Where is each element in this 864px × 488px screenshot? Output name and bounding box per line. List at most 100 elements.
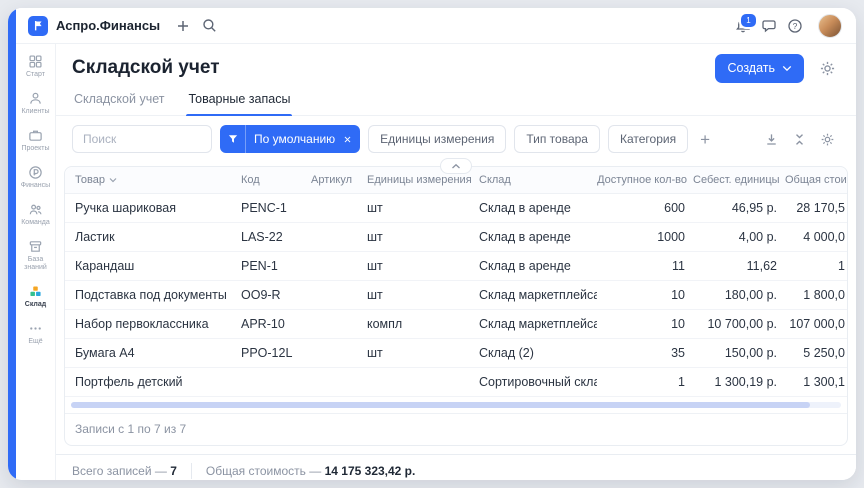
create-button[interactable]: Создать [715, 54, 804, 83]
table-row[interactable]: Ластик LAS-22 шт Склад в аренде 1000 4,0… [65, 222, 847, 251]
column-header-available-qty[interactable]: Доступное кол-во [597, 167, 693, 193]
export-button[interactable] [758, 126, 784, 152]
cell-article [311, 251, 367, 280]
cell-qty: 1000 [597, 222, 693, 251]
table-scroll-area[interactable]: Товар Код Артикул Единицы измерения Скла… [65, 167, 847, 397]
cell-product: Ручка шариковая [65, 193, 241, 222]
table-row[interactable]: Карандаш PEN-1 шт Склад в аренде 11 11,6… [65, 251, 847, 280]
quick-create-button[interactable] [170, 13, 196, 39]
cell-unit-cost: 180,00 р. [693, 280, 785, 309]
sidebar-item-label: Проекты [21, 145, 49, 153]
sidebar-item-label: Старт [26, 71, 45, 79]
sidebar-item-team[interactable]: Команда [17, 202, 55, 227]
help-button[interactable]: ? [782, 13, 808, 39]
cell-unit-cost: 150,00 р. [693, 338, 785, 367]
tab-stock[interactable]: Товарные запасы [186, 92, 292, 115]
records-count: Записи с 1 по 7 из 7 [65, 413, 847, 445]
help-icon: ? [787, 18, 803, 34]
filter-preset-clear-button[interactable] [343, 135, 360, 144]
horizontal-scrollbar[interactable] [71, 402, 841, 408]
cell-total-cost: 4 000,0 [785, 222, 847, 251]
topbar: Аспро.Финансы 1 ? [16, 8, 856, 44]
cell-product: Набор первоклассника [65, 309, 241, 338]
column-header-article[interactable]: Артикул [311, 167, 367, 193]
table-row[interactable]: Подставка под документы OO9-R шт Склад м… [65, 280, 847, 309]
search-input[interactable] [72, 125, 212, 153]
filter-product-type-button[interactable]: Тип товара [514, 125, 600, 153]
cell-unit: шт [367, 222, 479, 251]
cell-article [311, 222, 367, 251]
cell-code [241, 367, 311, 396]
filter-category-button[interactable]: Категория [608, 125, 688, 153]
total-cost-label: Общая стоимость — [206, 464, 321, 478]
chat-icon [761, 18, 777, 34]
messenger-button[interactable] [756, 13, 782, 39]
cell-unit: шт [367, 251, 479, 280]
cell-total-cost: 5 250,0 [785, 338, 847, 367]
cell-qty: 1 [597, 367, 693, 396]
collapse-table-button[interactable] [440, 158, 472, 174]
column-header-product[interactable]: Товар [65, 167, 241, 193]
filter-preset-chip[interactable]: По умолчанию [220, 125, 360, 153]
cell-unit-cost: 46,95 р. [693, 193, 785, 222]
filter-bar: По умолчанию Единицы измерения Тип товар… [56, 116, 856, 161]
filter-units-button[interactable]: Единицы измерения [368, 125, 506, 153]
column-header-code[interactable]: Код [241, 167, 311, 193]
cell-product: Портфель детский [65, 367, 241, 396]
column-header-total-cost[interactable]: Общая стоимость [785, 167, 847, 193]
sort-icon [109, 177, 117, 183]
team-icon [28, 202, 43, 217]
cell-article [311, 280, 367, 309]
cell-unit: компл [367, 309, 479, 338]
sidebar-item-warehouse[interactable]: Склад [17, 284, 55, 309]
table-row[interactable]: Бумага А4 PPO-12L шт Склад (2) 35 150,00… [65, 338, 847, 367]
global-search-button[interactable] [196, 13, 222, 39]
collapse-rows-button[interactable] [786, 126, 812, 152]
sidebar-item-projects[interactable]: Проекты [17, 128, 55, 153]
scrollbar-thumb[interactable] [71, 402, 810, 408]
table-row[interactable]: Портфель детский Сортировочный скла 1 1 … [65, 367, 847, 396]
user-avatar[interactable] [818, 14, 842, 38]
cell-unit-cost: 11,62 [693, 251, 785, 280]
add-filter-button[interactable]: + [696, 131, 714, 148]
tab-warehouse-accounting[interactable]: Складской учет [72, 92, 166, 115]
cell-code: PPO-12L [241, 338, 311, 367]
sidebar-item-label: Ещё [28, 338, 42, 346]
table-settings-button[interactable] [814, 126, 840, 152]
app-logo-icon [28, 16, 48, 36]
gear-icon [819, 60, 836, 77]
cell-unit: шт [367, 193, 479, 222]
page-title: Складской учет [72, 57, 220, 79]
cell-unit: шт [367, 280, 479, 309]
cell-warehouse: Сортировочный скла [479, 367, 597, 396]
cell-qty: 10 [597, 309, 693, 338]
cell-code: PEN-1 [241, 251, 311, 280]
cell-total-cost: 1 [785, 251, 847, 280]
sidebar-item-clients[interactable]: Клиенты [17, 91, 55, 116]
notifications-button[interactable]: 1 [730, 13, 756, 39]
funnel-icon [220, 125, 246, 153]
page-settings-button[interactable] [814, 55, 840, 81]
table-row[interactable]: Набор первоклассника APR-10 компл Склад … [65, 309, 847, 338]
sidebar-item-finances[interactable]: Финансы [17, 165, 55, 190]
sidebar-item-start[interactable]: Старт [17, 54, 55, 79]
cell-code: LAS-22 [241, 222, 311, 251]
download-icon [764, 132, 779, 147]
sidebar-item-more[interactable]: Ещё [17, 321, 55, 346]
cell-product: Карандаш [65, 251, 241, 280]
column-header-unit-cost[interactable]: Себест. единицы [693, 167, 785, 193]
sidebar-item-knowledge-base[interactable]: База знаний [17, 239, 55, 272]
gear-icon [820, 132, 835, 147]
column-header-warehouse[interactable]: Склад [479, 167, 597, 193]
sidebar-item-label: База знаний [17, 256, 55, 272]
sidebar-item-label: Команда [21, 219, 50, 227]
filter-preset-label: По умолчанию [246, 132, 343, 146]
summary-bar: Всего записей — 7 Общая стоимость — 14 1… [56, 454, 856, 481]
cell-warehouse: Склад в аренде [479, 222, 597, 251]
cell-unit [367, 367, 479, 396]
create-button-label: Создать [727, 61, 775, 75]
app-window: Аспро.Финансы 1 ? [8, 8, 856, 480]
sidebar: Старт Клиенты Проекты Финансы Команда [16, 44, 56, 480]
table-row[interactable]: Ручка шариковая PENC-1 шт Склад в аренде… [65, 193, 847, 222]
stock-table: Товар Код Артикул Единицы измерения Скла… [65, 167, 847, 397]
